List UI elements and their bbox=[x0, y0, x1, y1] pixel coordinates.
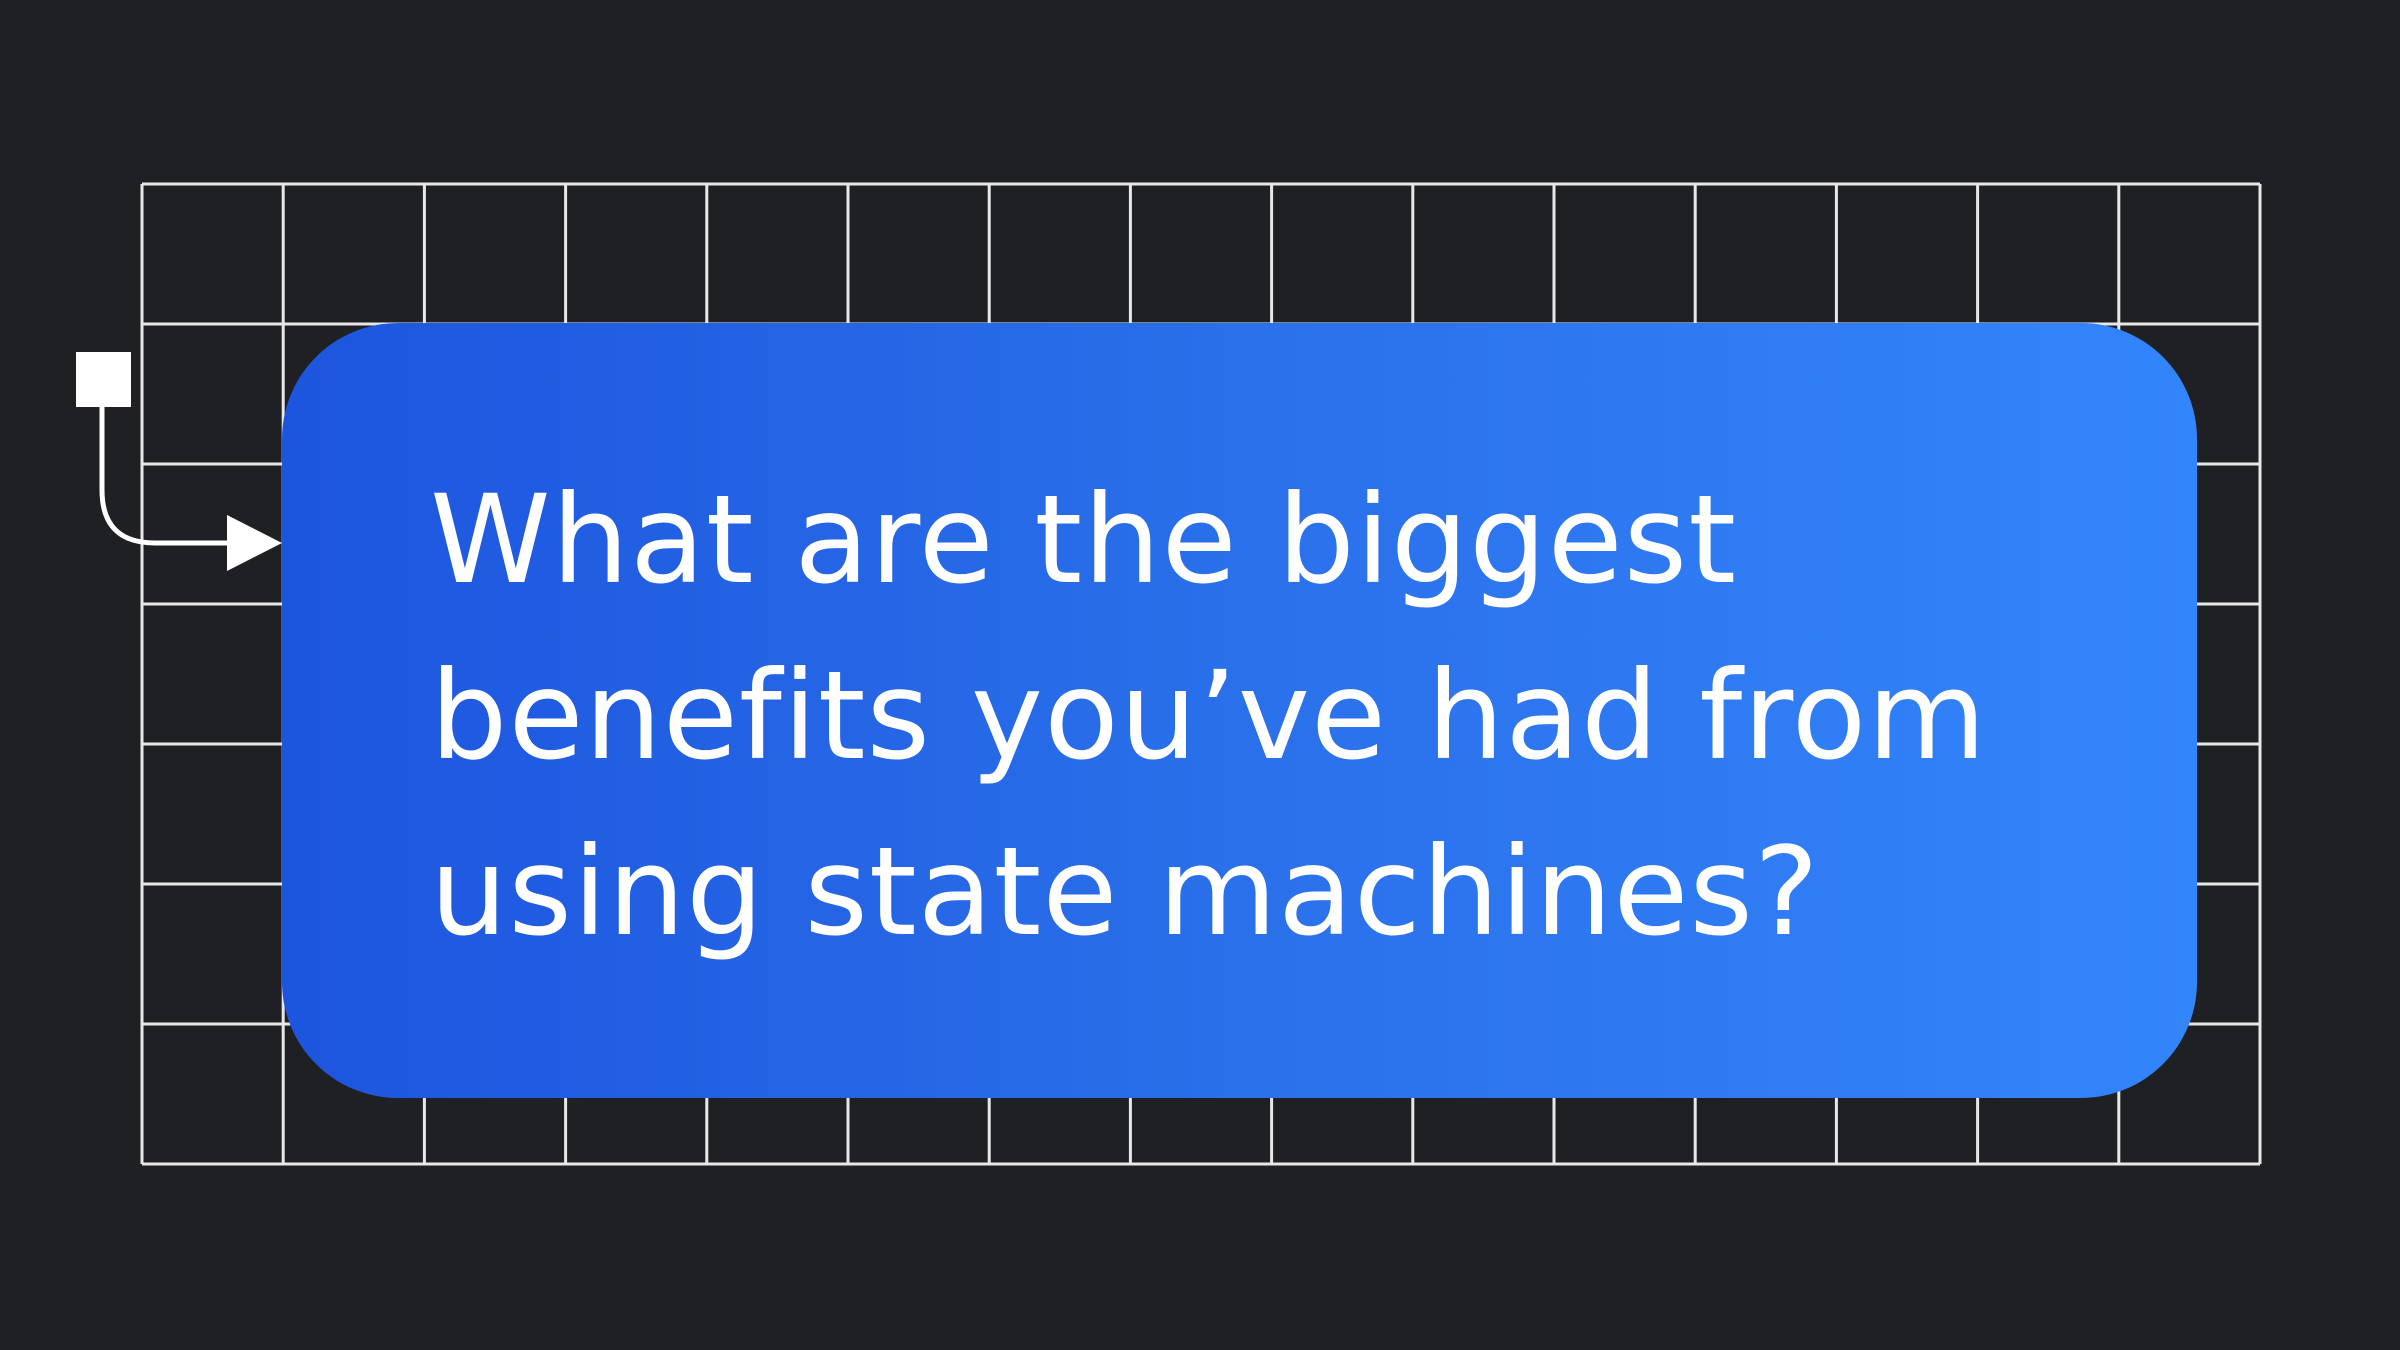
start-node-square bbox=[76, 352, 131, 407]
arrowhead bbox=[227, 515, 282, 571]
start-node-arrow-icon bbox=[76, 352, 282, 571]
slide: What are the biggest benefits you’ve had… bbox=[0, 0, 2400, 1350]
connector-line bbox=[99, 405, 232, 546]
